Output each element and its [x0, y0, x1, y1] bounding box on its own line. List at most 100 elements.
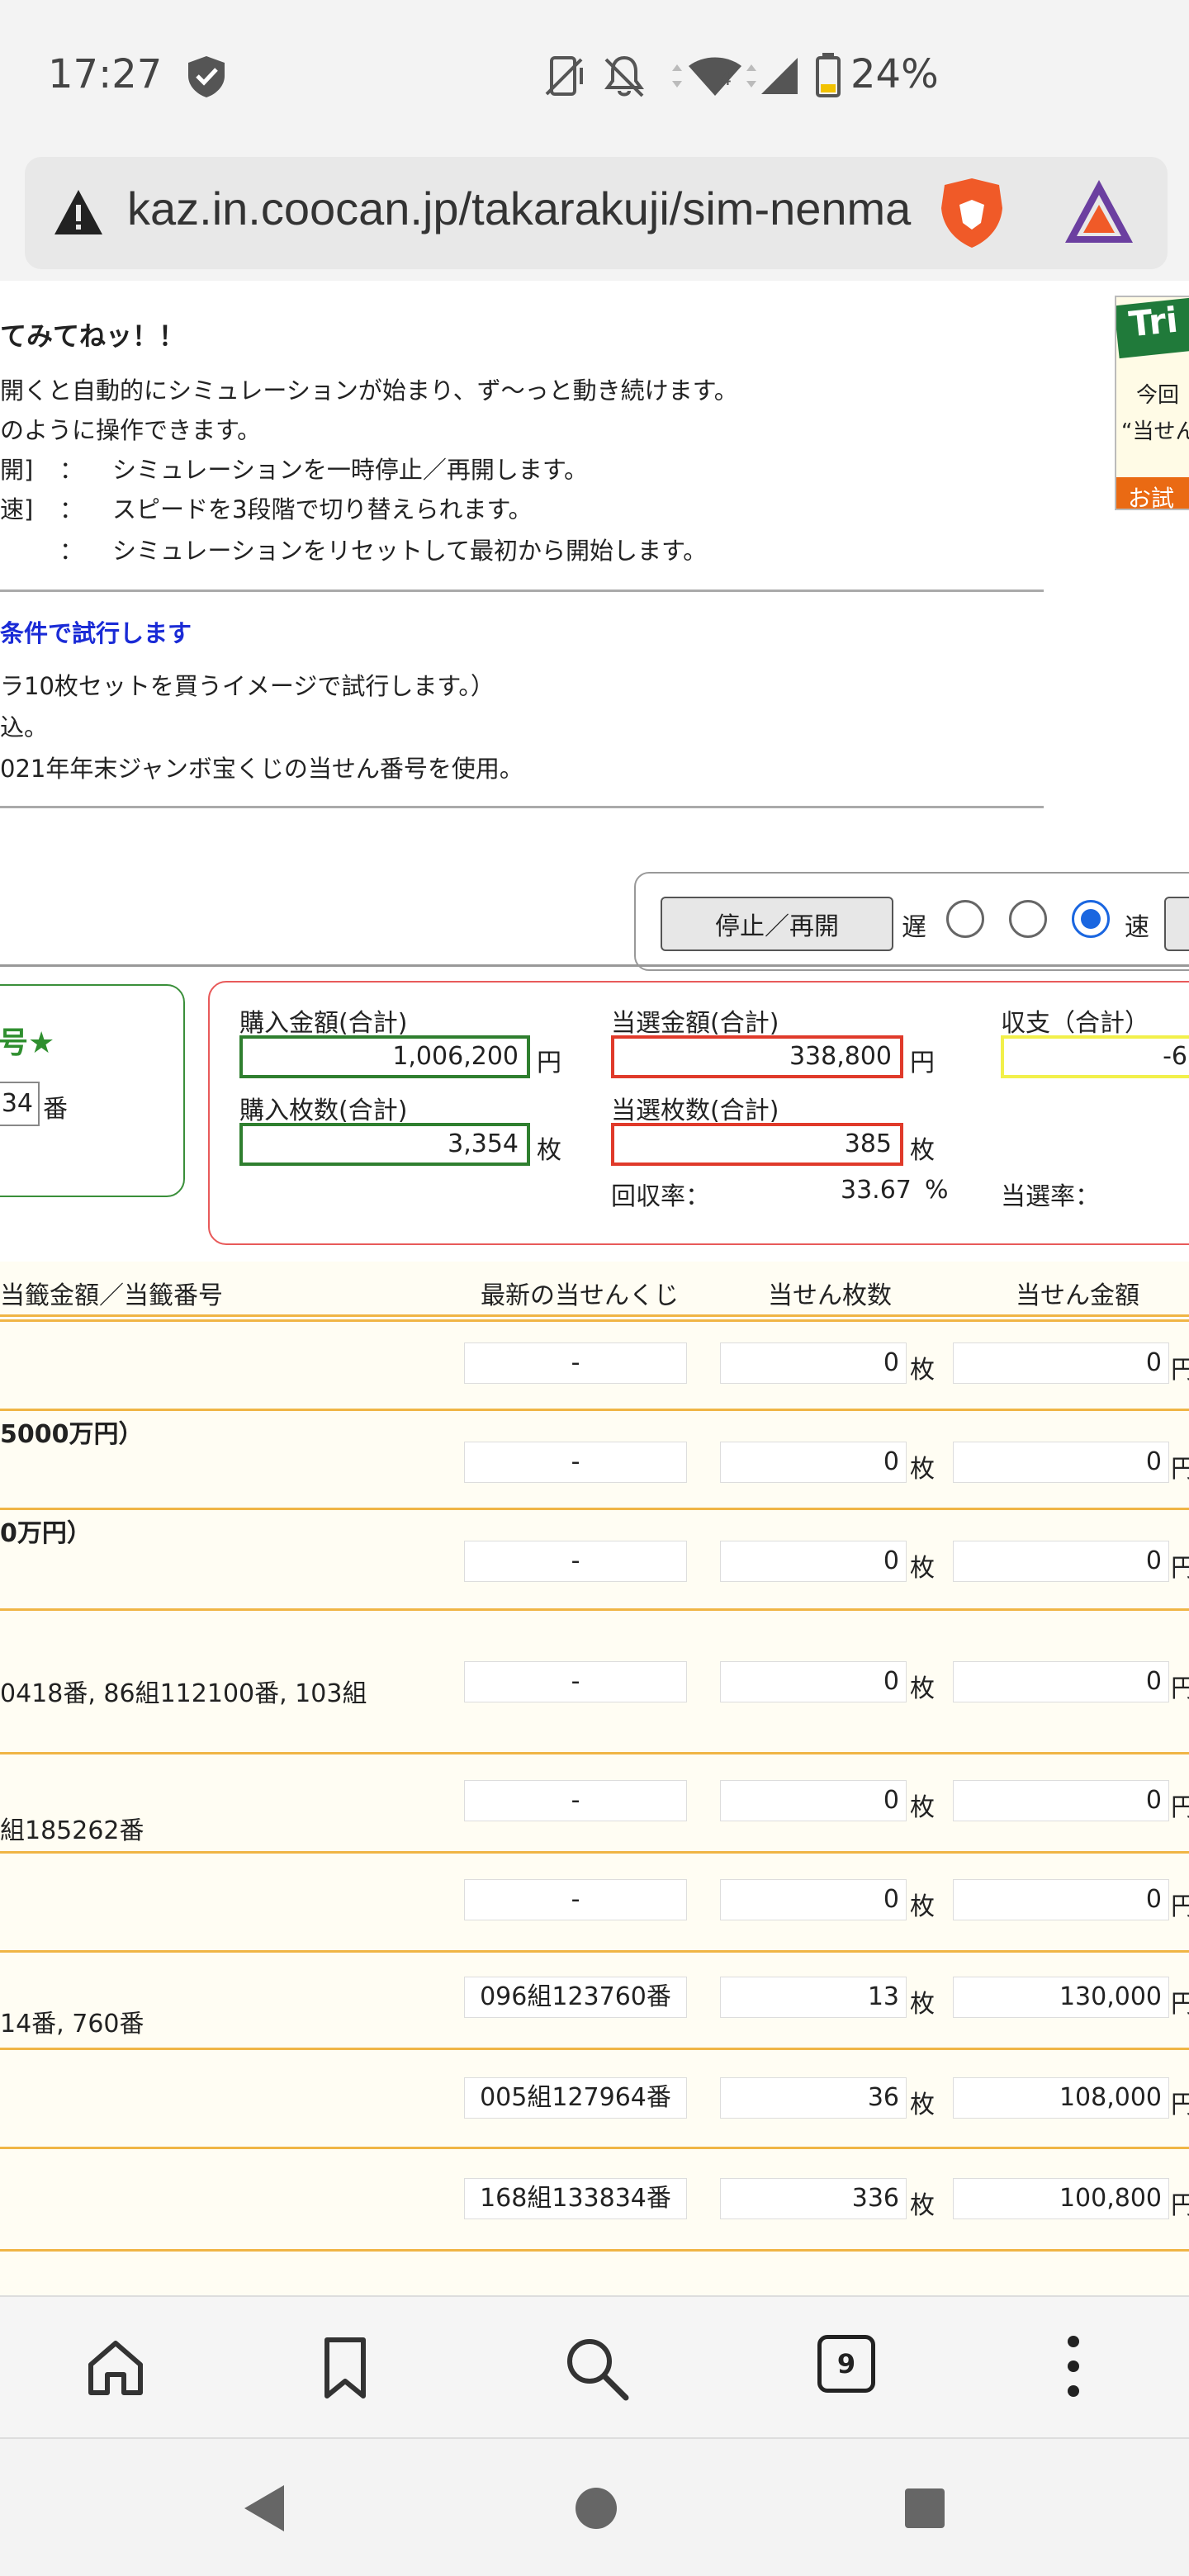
- not-secure-warning-icon[interactable]: [53, 188, 104, 236]
- op1-sep: ：: [59, 456, 84, 484]
- purchase-count-unit: 枚: [537, 1136, 561, 1165]
- speed-medium-radio[interactable]: [1009, 900, 1047, 938]
- divider: [0, 590, 1044, 592]
- row-amount: 108,000: [953, 2077, 1169, 2119]
- count-unit: 枚: [910, 1990, 935, 2019]
- count-unit: 枚: [910, 1793, 935, 1822]
- brave-rewards-icon[interactable]: [1062, 177, 1136, 248]
- wifi-icon: [672, 57, 741, 96]
- browser-bottom-bar: 9: [0, 2295, 1189, 2437]
- count-unit: 枚: [910, 2191, 935, 2220]
- ad-banner[interactable]: Tri 今回 “当せん お試: [1115, 296, 1189, 510]
- number-input[interactable]: 34: [0, 1082, 40, 1126]
- recovery-rate-unit: %: [925, 1176, 949, 1205]
- speed-fast-label: 速: [1125, 913, 1149, 942]
- row-count: 0: [720, 1342, 907, 1384]
- row-amount: 0: [953, 1342, 1169, 1384]
- speed-slow-label: 遅: [902, 913, 926, 942]
- signal-icon: [746, 58, 798, 94]
- win-amount-field: 338,800: [611, 1035, 903, 1078]
- header-amount: 当せん金額: [1016, 1281, 1139, 1310]
- row-prize: 0418番, 86組112100番, 103組: [0, 1679, 367, 1708]
- stop-resume-button[interactable]: 停止／再開: [661, 897, 893, 951]
- row-latest: -: [464, 1541, 687, 1582]
- brave-shields-icon[interactable]: [936, 175, 1007, 251]
- op3-sep: ：: [59, 537, 84, 565]
- network-badge: 4: [720, 69, 732, 90]
- vibrate-icon: [545, 56, 583, 96]
- tabs-button[interactable]: 9: [817, 2335, 875, 2393]
- win-count-field: 385: [611, 1123, 903, 1166]
- reset-button[interactable]: [1164, 897, 1189, 951]
- purchase-count-field: 3,354: [239, 1123, 530, 1166]
- purchase-amount-unit: 円: [537, 1049, 561, 1077]
- table-header-divider: [0, 1319, 1189, 1322]
- amount-unit: 円: [1171, 1455, 1189, 1484]
- win-amount-unit: 円: [910, 1049, 935, 1077]
- number-panel-heading: 号★: [0, 1026, 55, 1060]
- conditions-line3: 021年年末ジャンボ宝くじの当せん番号を使用。: [0, 755, 523, 783]
- row-count: 0: [720, 1780, 907, 1821]
- row-divider: [0, 2249, 1189, 2252]
- win-count-unit: 枚: [910, 1136, 935, 1165]
- row-amount: 0: [953, 1442, 1169, 1483]
- count-unit: 枚: [910, 2091, 935, 2119]
- intro-line2: のように操作できます。: [0, 416, 262, 444]
- address-bar[interactable]: kaz.in.coocan.jp/takarakuji/sim-nenma: [25, 157, 1168, 269]
- url-text[interactable]: kaz.in.coocan.jp/takarakuji/sim-nenma: [127, 182, 928, 235]
- notifications-off-icon: [604, 55, 644, 97]
- bookmark-icon[interactable]: [312, 2333, 378, 2403]
- amount-unit: 円: [1171, 2191, 1189, 2220]
- purchase-amount-field: 1,006,200: [239, 1035, 530, 1078]
- recovery-rate-value: 33.67: [841, 1176, 912, 1205]
- row-prize: 0万円）: [0, 1519, 92, 1548]
- amount-unit: 円: [1171, 2091, 1189, 2119]
- row-count: 0: [720, 1661, 907, 1702]
- row-divider: [0, 1950, 1189, 1953]
- balance-label: 収支（合計）: [1001, 1009, 1149, 1038]
- op2-key: 速]: [0, 495, 34, 523]
- home-circle-icon[interactable]: [573, 2485, 619, 2531]
- row-count: 36: [720, 2077, 907, 2119]
- recovery-rate-label: 回収率：: [611, 1182, 710, 1211]
- count-unit: 枚: [910, 1455, 935, 1484]
- web-page-content: てみてねッ！！ 開くと自動的にシミュレーションが始まり、ず〜っと動き続けます。 …: [0, 281, 1189, 2295]
- row-divider: [0, 1752, 1189, 1754]
- op2-desc: スピードを3段階で切り替えられます。: [112, 495, 533, 523]
- home-icon[interactable]: [83, 2335, 149, 2401]
- vpn-shield-icon: [188, 56, 225, 97]
- row-prize: 組185262番: [0, 1816, 144, 1845]
- row-prize: 14番, 760番: [0, 2010, 144, 2039]
- purchase-count-label: 購入枚数(合計): [239, 1096, 408, 1125]
- count-unit: 枚: [910, 1554, 935, 1583]
- row-amount: 0: [953, 1541, 1169, 1582]
- speed-fast-radio[interactable]: [1072, 900, 1110, 938]
- row-amount: 130,000: [953, 1977, 1169, 2018]
- search-icon[interactable]: [561, 2333, 631, 2403]
- win-amount-label: 当選金額(合計): [611, 1009, 779, 1038]
- row-latest: -: [464, 1879, 687, 1920]
- status-time: 17:27: [48, 51, 163, 97]
- ad-banner-title: Tri: [1116, 297, 1189, 359]
- row-divider: [0, 1608, 1189, 1611]
- row-divider: [0, 1409, 1189, 1411]
- amount-unit: 円: [1171, 1892, 1189, 1921]
- table-header-divider: [0, 1314, 1189, 1317]
- row-latest: 096組123760番: [464, 1977, 687, 2018]
- win-rate-label: 当選率：: [1001, 1182, 1100, 1211]
- row-count: 13: [720, 1977, 907, 2018]
- recents-icon[interactable]: [903, 2487, 946, 2530]
- row-amount: 0: [953, 1879, 1169, 1920]
- amount-unit: 円: [1171, 1674, 1189, 1703]
- purchase-amount-label: 購入金額(合計): [239, 1009, 408, 1038]
- number-unit: 番: [43, 1095, 68, 1124]
- row-latest: -: [464, 1661, 687, 1702]
- amount-unit: 円: [1171, 1356, 1189, 1385]
- speed-slow-radio[interactable]: [946, 900, 984, 938]
- conditions-line1: ラ10枚セットを買うイメージで試行します。）: [0, 672, 495, 700]
- amount-unit: 円: [1171, 1990, 1189, 2019]
- back-icon[interactable]: [239, 2482, 289, 2535]
- op1-key: 開]: [0, 456, 34, 484]
- more-menu-icon[interactable]: [1057, 2330, 1090, 2404]
- header-count: 当せん枚数: [768, 1281, 892, 1310]
